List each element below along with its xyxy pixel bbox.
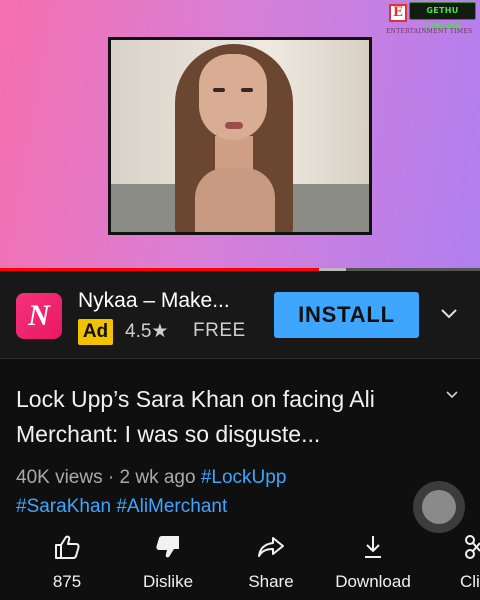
- video-player[interactable]: E GETHU CINEMA ENTERTAINMENT TIMES: [0, 0, 480, 268]
- video-title-block[interactable]: Lock Upp’s Sara Khan on facing Ali Merch…: [16, 382, 436, 452]
- ad-badge: Ad: [78, 319, 113, 345]
- share-label: Share: [248, 572, 294, 591]
- install-button[interactable]: INSTALL: [274, 292, 419, 338]
- dislike-label: Dislike: [142, 572, 194, 591]
- meta-separator: ·: [107, 467, 120, 488]
- hashtag-link[interactable]: #LockUpp: [201, 467, 287, 488]
- clip-label: Cli: [460, 572, 480, 591]
- ad-rating: 4.5★: [125, 321, 169, 342]
- download-icon: [365, 536, 381, 558]
- ad-price: FREE: [193, 320, 246, 341]
- clip-button[interactable]: Cli: [452, 528, 480, 600]
- like-button[interactable]: 875: [32, 528, 102, 600]
- person-mouth: [225, 122, 243, 129]
- video-frame: [108, 37, 372, 235]
- scissors-icon: [465, 535, 480, 559]
- chevron-down-icon[interactable]: [440, 307, 458, 321]
- share-icon: [258, 537, 284, 557]
- person-body: [195, 168, 275, 232]
- upload-age: 2 wk ago: [119, 467, 196, 488]
- ad-card[interactable]: N Nykaa – Make... Ad 4.5★ FREE INSTALL: [0, 271, 480, 359]
- video-title[interactable]: Lock Upp’s Sara Khan on facing Ali Merch…: [16, 382, 436, 452]
- video-metadata[interactable]: 40K views · 2 wk ago #LockUpp #SaraKhan …: [16, 463, 456, 521]
- gethu-cinema-logo: GETHU CINEMA: [409, 2, 476, 31]
- like-count: 875: [52, 572, 82, 591]
- ad-title[interactable]: Nykaa – Make...: [78, 289, 230, 313]
- dislike-button[interactable]: Dislike: [133, 528, 203, 600]
- thumbs-down-icon: [156, 536, 179, 558]
- view-count: 40K views: [16, 467, 103, 488]
- expand-description-icon[interactable]: [446, 390, 458, 399]
- person-eye: [241, 88, 253, 92]
- hashtag-link[interactable]: #SaraKhan: [16, 496, 111, 517]
- nykaa-app-icon[interactable]: N: [16, 293, 62, 339]
- entertainment-times-wordmark: ENTERTAINMENT TIMES: [386, 28, 473, 35]
- person-eye: [213, 88, 225, 92]
- entertainment-times-logo: E: [389, 4, 407, 22]
- share-button[interactable]: Share: [236, 528, 306, 600]
- action-bar: 875 Dislike Share Download Cli: [0, 528, 480, 600]
- download-button[interactable]: Download: [330, 528, 416, 600]
- thumbs-up-icon: [55, 535, 80, 559]
- download-label: Download: [335, 572, 411, 591]
- floating-button-core: [422, 490, 456, 524]
- hashtag-link[interactable]: #AliMerchant: [116, 496, 227, 517]
- floating-assistive-button[interactable]: [413, 481, 465, 533]
